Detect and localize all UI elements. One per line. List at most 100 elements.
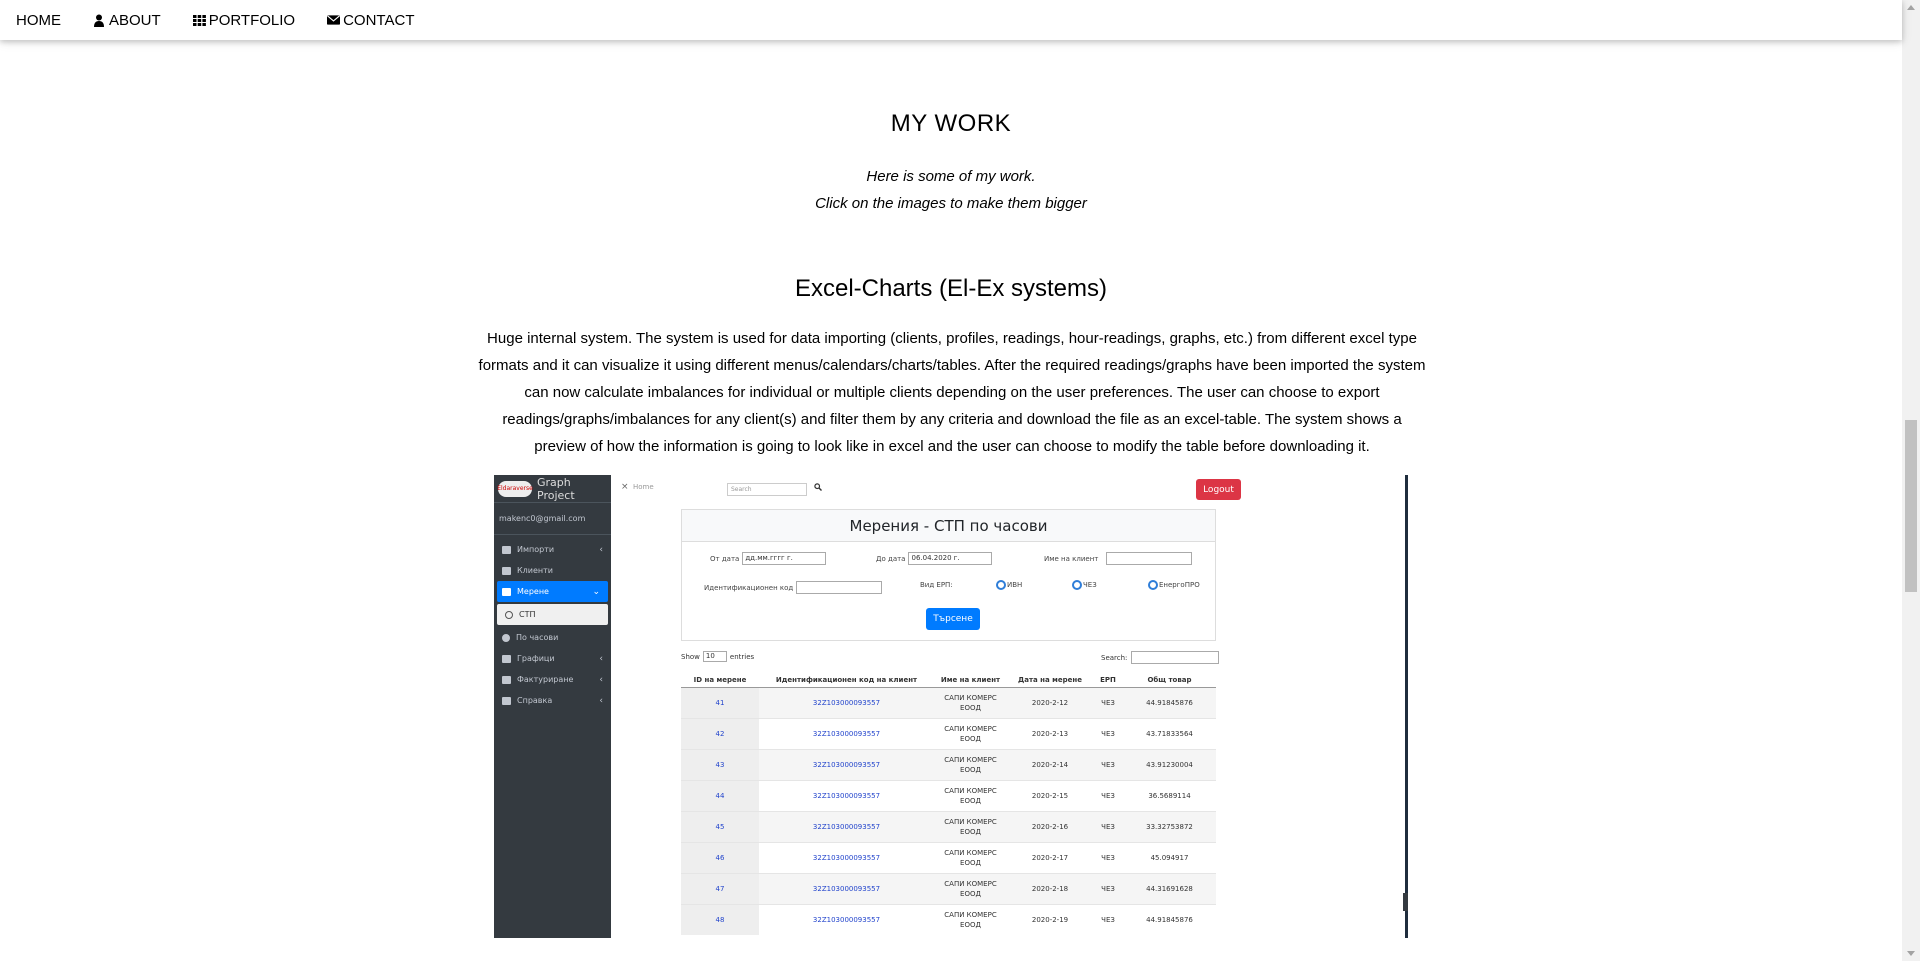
table-row: 44 32Z103000093557 САПИ КОМЕРС ЕООД 2020-2-… — [681, 779, 1216, 811]
section-intro: Here is some of my work. Click on the im… — [0, 163, 1902, 217]
radio-ivn: ИВН — [996, 580, 1022, 590]
app-sidebar: Eldaraverse Graph Project makenc0@gmail.… — [494, 475, 611, 938]
project-title: Excel-Charts (El-Ex systems) — [794, 275, 1108, 302]
column-header: ID на мерене — [681, 673, 759, 688]
from-date-label: От дата — [710, 554, 740, 563]
table-cell: ЧЕЗ — [1093, 841, 1123, 873]
table-cell: 42 — [681, 717, 759, 749]
table-cell: ЧЕЗ — [1093, 810, 1123, 842]
filter-card: Мерения - СТП по часови От дата дд.мм.ггг… — [681, 509, 1216, 641]
radio-chez-label: ЧЕЗ — [1083, 581, 1097, 589]
table-cell: 43 — [681, 748, 759, 780]
chevron-down-icon: ⌄ — [592, 586, 600, 597]
table-cell: ЧЕЗ — [1093, 748, 1123, 780]
table-cell: 2020-2-15 — [1007, 779, 1093, 811]
client-name-field: Име на клиент — [1044, 552, 1193, 565]
screenshot-edge-tab — [1403, 893, 1408, 911]
table-cell: ЧЕЗ — [1093, 717, 1123, 749]
circle-icon — [505, 610, 513, 619]
section-title: MY WORK — [890, 110, 1012, 137]
table-cell: 32Z103000093557 — [759, 748, 934, 780]
table-cell: 2020-2-14 — [1007, 748, 1093, 780]
close-icon: × — [621, 482, 629, 492]
table-cell: САПИ КОМЕРС ЕООД — [934, 748, 1007, 780]
id-code-label: Идентификационен код — [704, 583, 794, 592]
radio-ivn-label: ИВН — [1007, 581, 1023, 589]
table-cell: 44.91845876 — [1123, 903, 1216, 935]
table-cell: 44.91845876 — [1123, 686, 1216, 718]
show-label: Show — [681, 652, 700, 661]
radio-energopro-label: ЕнергоПРО — [1159, 581, 1200, 589]
chevron-left-icon: ‹ — [599, 653, 603, 664]
radio-energopro: ЕнергоПРО — [1148, 580, 1200, 590]
table-cell: САПИ КОМЕРС ЕООД — [934, 872, 1007, 904]
table-cell: 45.094917 — [1123, 841, 1216, 873]
table-search: Search: — [1101, 651, 1220, 664]
measurements-table: ID на мерене Идентификационен код на кли… — [681, 673, 1216, 935]
menu-item-imports: Импорти ‹ — [494, 539, 611, 560]
nav-portfolio-label: PORTFOLIO — [208, 11, 296, 29]
id-code-input — [796, 581, 883, 594]
page-scrollbar[interactable] — [1902, 0, 1920, 961]
table-cell: ЧЕЗ — [1093, 903, 1123, 935]
radio-icon — [996, 580, 1006, 590]
id-code-field: Идентификационен код — [704, 581, 883, 594]
column-header: Дата на мерене — [1007, 673, 1093, 688]
to-date-label: До дата — [876, 554, 906, 563]
table-header-row: ID на мерене Идентификационен код на кли… — [681, 673, 1216, 688]
table-cell: САПИ КОМЕРС ЕООД — [934, 841, 1007, 873]
table-cell: 2020-2-17 — [1007, 841, 1093, 873]
table-cell: 2020-2-13 — [1007, 717, 1093, 749]
menu-item-billing: Фактуриране ‹ — [494, 669, 611, 690]
chevron-left-icon: ‹ — [599, 544, 603, 555]
nav-contact[interactable]: CONTACT — [311, 0, 430, 40]
table-row: 42 32Z103000093557 САПИ КОМЕРС ЕООД 2020-2-… — [681, 717, 1216, 749]
menu-item-label: Графици — [517, 654, 555, 663]
table-row: 47 32Z103000093557 САПИ КОМЕРС ЕООД 2020-2-… — [681, 872, 1216, 904]
table-cell: САПИ КОМЕРС ЕООД — [934, 686, 1007, 718]
table-cell: 32Z103000093557 — [759, 717, 934, 749]
chevron-left-icon: ‹ — [599, 695, 603, 706]
table-cell: 2020-2-18 — [1007, 872, 1093, 904]
table-cell: 2020-2-16 — [1007, 810, 1093, 842]
table-cell: 48 — [681, 903, 759, 935]
project-description: Huge internal system. The system is used… — [478, 330, 1426, 455]
menu-item-label: Мерене — [517, 587, 549, 596]
from-date-field: От дата дд.мм.гггг г. — [710, 552, 827, 565]
chart-icon — [502, 654, 511, 663]
client-name-input — [1106, 552, 1193, 565]
nav-home[interactable]: HOME — [0, 0, 77, 40]
table-cell: 44 — [681, 779, 759, 811]
page-length-select: 10 — [702, 651, 727, 662]
table-cell: 41 — [681, 686, 759, 718]
table-cell: 33.32753872 — [1123, 810, 1216, 842]
nav-portfolio[interactable]: PORTFOLIO — [177, 0, 311, 40]
project-screenshot[interactable]: Eldaraverse Graph Project makenc0@gmail.… — [494, 475, 1408, 938]
edit-icon — [502, 545, 511, 554]
nav-about[interactable]: ABOUT — [77, 0, 177, 40]
table-cell: САПИ КОМЕРС ЕООД — [934, 717, 1007, 749]
menu-item-label: Клиенти — [517, 566, 554, 575]
table-search-label: Search: — [1101, 653, 1128, 662]
table-cell: 47 — [681, 872, 759, 904]
table-cell: САПИ КОМЕРС ЕООД — [934, 810, 1007, 842]
scroll-down-arrow-icon[interactable] — [1907, 951, 1915, 956]
column-header: ЕРП — [1093, 673, 1123, 688]
scrollbar-thumb[interactable] — [1905, 420, 1917, 592]
entries-label: entries — [729, 652, 755, 661]
scroll-up-arrow-icon[interactable] — [1907, 5, 1915, 10]
search-button: Търсене — [926, 608, 980, 630]
menu-item-clients: Клиенти — [494, 560, 611, 581]
circle-filled-icon — [502, 633, 510, 642]
table-row: 43 32Z103000093557 САПИ КОМЕРС ЕООД 2020-2-… — [681, 748, 1216, 780]
app-user-email: makenc0@gmail.com — [494, 503, 611, 535]
menu-item-label: По часови — [516, 633, 559, 642]
table-row: 46 32Z103000093557 САПИ КОМЕРС ЕООД 2020-2-… — [681, 841, 1216, 873]
table-cell: ЧЕЗ — [1093, 779, 1123, 811]
app-brand: Eldaraverse Graph Project — [494, 475, 611, 503]
table-row: 41 32Z103000093557 САПИ КОМЕРС ЕООД 2020-2-… — [681, 686, 1216, 718]
table-body: 41 32Z103000093557 САПИ КОМЕРС ЕООД 2020-2-… — [681, 686, 1216, 935]
table-cell: 32Z103000093557 — [759, 872, 934, 904]
column-header: Име на клиент — [934, 673, 1007, 688]
brand-logo: Eldaraverse — [497, 480, 533, 497]
